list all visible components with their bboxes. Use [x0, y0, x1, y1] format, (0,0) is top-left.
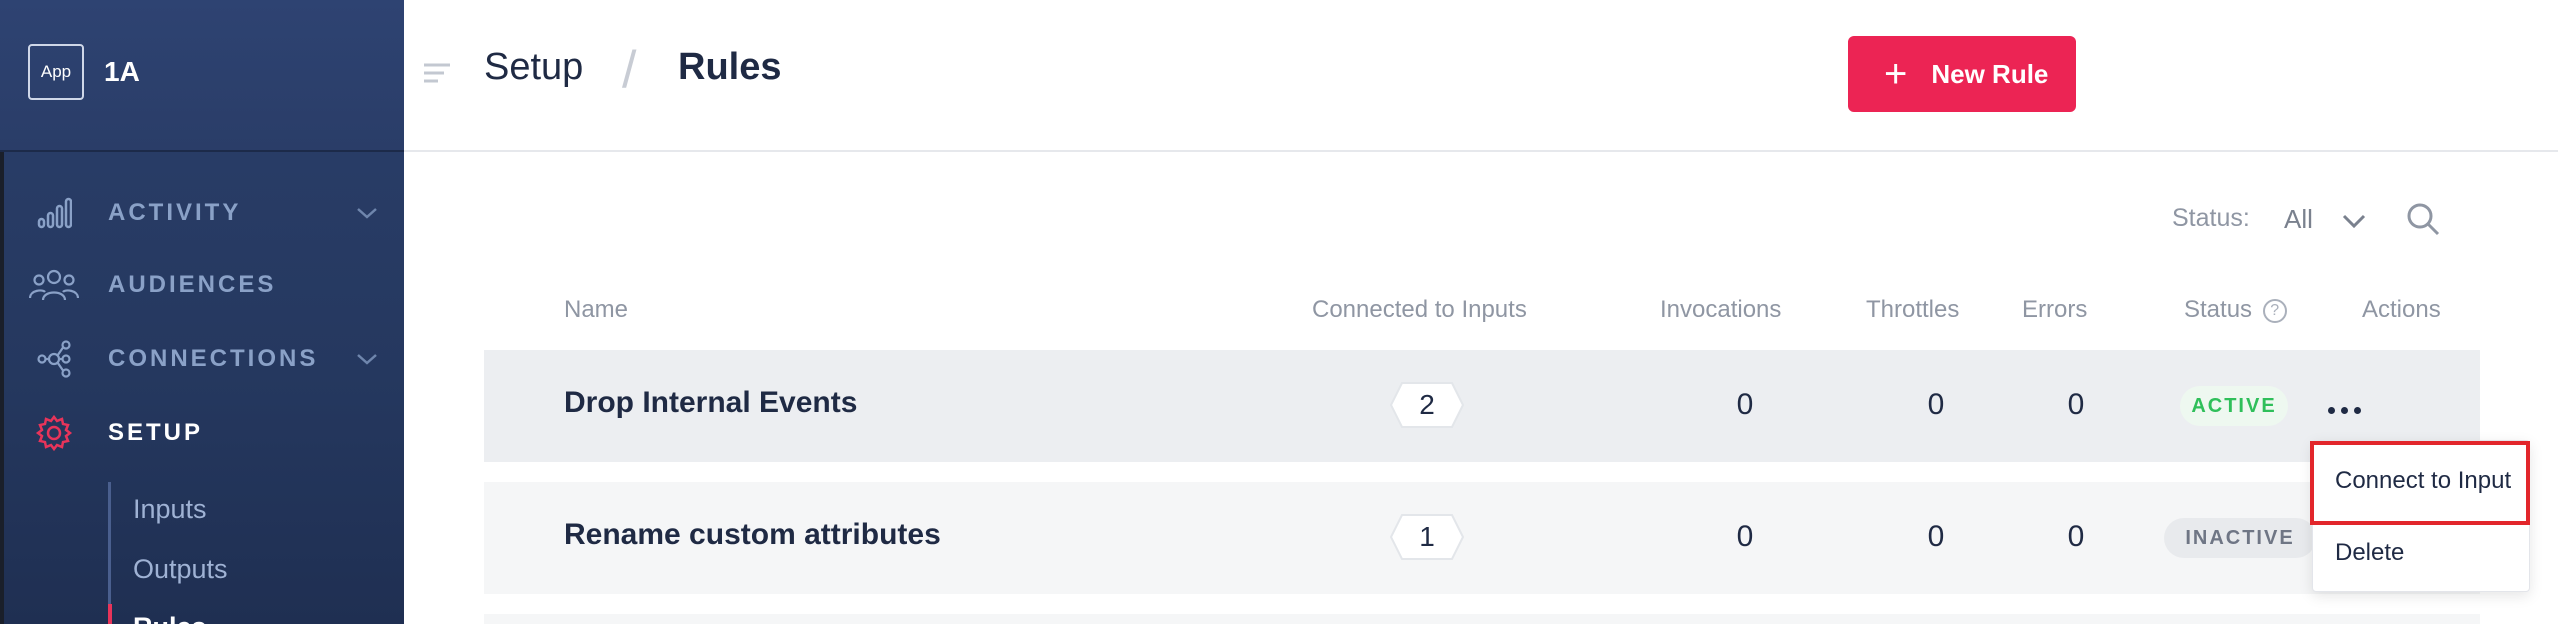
page-title: Rules [678, 46, 782, 88]
errors-value: 0 [2067, 388, 2085, 421]
connected-count: 2 [1419, 389, 1435, 420]
sidebar-header: App 1A [0, 0, 404, 152]
bar-chart-icon [28, 193, 80, 233]
submenu-active-indicator [108, 604, 112, 624]
more-actions-icon[interactable] [2304, 390, 2384, 430]
table-row[interactable] [484, 614, 2480, 624]
search-icon[interactable] [2404, 200, 2442, 238]
plus-icon: + [1884, 52, 1908, 96]
errors-value: 0 [2067, 520, 2085, 553]
nav-label: ACTIVITY [108, 199, 242, 226]
breadcrumb-setup[interactable]: Setup [484, 46, 583, 89]
connections-icon [28, 339, 80, 379]
page-header: Setup / Rules [404, 0, 2558, 152]
nav-label: CONNECTIONS [108, 345, 319, 372]
users-icon [28, 265, 80, 305]
column-header-connected[interactable]: Connected to Inputs [1312, 296, 1527, 324]
menu-item-delete[interactable]: Delete [2335, 539, 2404, 567]
connected-count: 1 [1419, 521, 1435, 552]
sidebar-item-rules[interactable]: Rules [133, 612, 207, 624]
sidebar: App 1A ACTIVITY AUDIENCES CONNECTIONS SE… [0, 0, 404, 624]
app-logo[interactable]: App [28, 44, 84, 100]
workspace-name[interactable]: 1A [104, 56, 140, 88]
column-header-invocations[interactable]: Invocations [1660, 296, 1781, 324]
submenu-rail [108, 482, 111, 624]
connected-count-badge: 2 [1390, 382, 1464, 428]
highlight-box [2310, 441, 2530, 525]
throttles-value: 0 [1927, 520, 1945, 553]
menu-icon[interactable] [422, 58, 452, 88]
new-rule-label: New Rule [1931, 58, 2049, 89]
table-row[interactable]: Drop Internal Events 2 0 0 0 ACTIVE [484, 350, 2480, 462]
new-rule-button[interactable]: + New Rule [1848, 36, 2076, 112]
rule-name[interactable]: Rename custom attributes [564, 518, 941, 552]
nav-label: AUDIENCES [108, 271, 277, 298]
table-row[interactable]: Rename custom attributes 1 0 0 0 INACTIV… [484, 482, 2480, 594]
status-badge: ACTIVE [2180, 386, 2288, 426]
gear-icon [28, 413, 80, 453]
invocations-value: 0 [1736, 520, 1754, 553]
chevron-down-icon[interactable] [352, 198, 382, 228]
column-header-throttles[interactable]: Throttles [1866, 296, 1959, 324]
dot [2353, 406, 2361, 414]
column-header-status: Status ? [2184, 296, 2287, 324]
chevron-down-icon[interactable] [352, 344, 382, 374]
chevron-down-icon[interactable] [2338, 204, 2370, 236]
nav-item-connections[interactable]: CONNECTIONS [0, 324, 404, 394]
column-header-errors[interactable]: Errors [2022, 296, 2087, 324]
nav-item-audiences[interactable]: AUDIENCES [0, 250, 404, 320]
status-filter-label: Status: [2172, 204, 2250, 232]
nav-item-setup[interactable]: SETUP [0, 398, 404, 468]
dot [2340, 406, 2348, 414]
column-header-status-label: Status [2184, 296, 2253, 323]
status-badge: INACTIVE [2164, 518, 2316, 558]
rule-name[interactable]: Drop Internal Events [564, 386, 857, 420]
sidebar-item-inputs[interactable]: Inputs [133, 494, 207, 525]
nav-label: SETUP [108, 419, 204, 446]
column-header-name[interactable]: Name [564, 296, 628, 324]
connected-count-badge: 1 [1390, 514, 1464, 560]
status-filter-select[interactable]: All [2284, 204, 2313, 235]
help-icon[interactable]: ? [2262, 298, 2287, 323]
breadcrumb-separator: / [622, 41, 637, 99]
invocations-value: 0 [1736, 388, 1754, 421]
sidebar-item-outputs[interactable]: Outputs [133, 554, 228, 585]
nav-item-activity[interactable]: ACTIVITY [0, 178, 404, 248]
column-header-actions: Actions [2362, 296, 2441, 323]
throttles-value: 0 [1927, 388, 1945, 421]
dot [2327, 406, 2335, 414]
